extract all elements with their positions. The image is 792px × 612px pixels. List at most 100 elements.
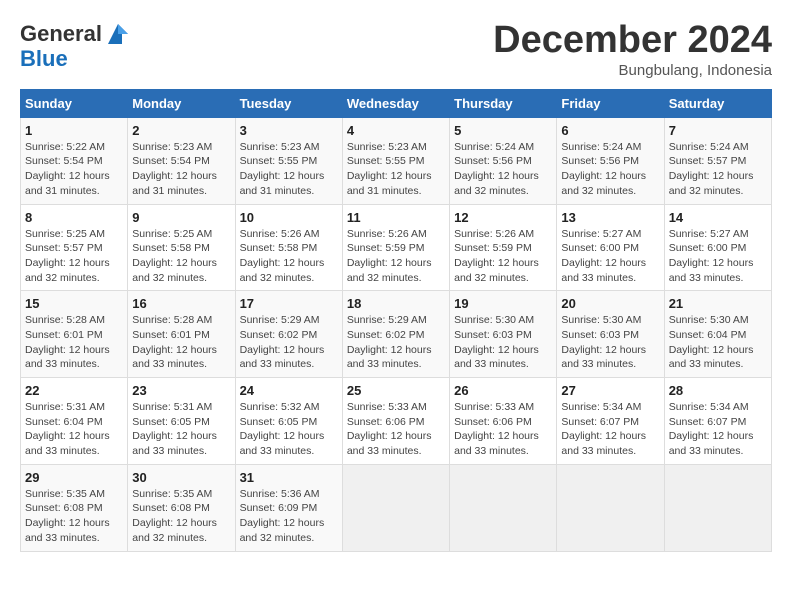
day-number: 7 xyxy=(669,123,767,138)
day-info: Sunrise: 5:34 AMSunset: 6:07 PMDaylight:… xyxy=(669,400,767,459)
calendar-day-cell: 16 Sunrise: 5:28 AMSunset: 6:01 PMDaylig… xyxy=(128,291,235,378)
day-number: 11 xyxy=(347,210,445,225)
calendar-week-row: 15 Sunrise: 5:28 AMSunset: 6:01 PMDaylig… xyxy=(21,291,772,378)
weekday-header-friday: Friday xyxy=(557,89,664,117)
calendar-day-cell: 23 Sunrise: 5:31 AMSunset: 6:05 PMDaylig… xyxy=(128,378,235,465)
day-number: 25 xyxy=(347,383,445,398)
calendar-day-cell: 27 Sunrise: 5:34 AMSunset: 6:07 PMDaylig… xyxy=(557,378,664,465)
day-number: 15 xyxy=(25,296,123,311)
calendar-day-cell: 2 Sunrise: 5:23 AMSunset: 5:54 PMDayligh… xyxy=(128,117,235,204)
day-info: Sunrise: 5:24 AMSunset: 5:57 PMDaylight:… xyxy=(669,140,767,199)
calendar-day-cell: 20 Sunrise: 5:30 AMSunset: 6:03 PMDaylig… xyxy=(557,291,664,378)
day-number: 1 xyxy=(25,123,123,138)
day-number: 8 xyxy=(25,210,123,225)
calendar-day-cell: 11 Sunrise: 5:26 AMSunset: 5:59 PMDaylig… xyxy=(342,204,449,291)
day-info: Sunrise: 5:23 AMSunset: 5:55 PMDaylight:… xyxy=(240,140,338,199)
day-info: Sunrise: 5:27 AMSunset: 6:00 PMDaylight:… xyxy=(669,227,767,286)
calendar-header-row: SundayMondayTuesdayWednesdayThursdayFrid… xyxy=(21,89,772,117)
title-block: December 2024 Bungbulang, Indonesia xyxy=(493,20,772,79)
day-number: 19 xyxy=(454,296,552,311)
calendar-day-cell: 13 Sunrise: 5:27 AMSunset: 6:00 PMDaylig… xyxy=(557,204,664,291)
calendar-day-cell: 7 Sunrise: 5:24 AMSunset: 5:57 PMDayligh… xyxy=(664,117,771,204)
day-info: Sunrise: 5:28 AMSunset: 6:01 PMDaylight:… xyxy=(25,313,123,372)
calendar-day-cell: 24 Sunrise: 5:32 AMSunset: 6:05 PMDaylig… xyxy=(235,378,342,465)
day-number: 18 xyxy=(347,296,445,311)
day-number: 14 xyxy=(669,210,767,225)
day-number: 24 xyxy=(240,383,338,398)
calendar-day-cell: 10 Sunrise: 5:26 AMSunset: 5:58 PMDaylig… xyxy=(235,204,342,291)
calendar-day-cell: 5 Sunrise: 5:24 AMSunset: 5:56 PMDayligh… xyxy=(450,117,557,204)
calendar-day-cell xyxy=(342,464,449,551)
day-number: 26 xyxy=(454,383,552,398)
day-number: 28 xyxy=(669,383,767,398)
day-info: Sunrise: 5:25 AMSunset: 5:57 PMDaylight:… xyxy=(25,227,123,286)
day-number: 20 xyxy=(561,296,659,311)
calendar-day-cell: 18 Sunrise: 5:29 AMSunset: 6:02 PMDaylig… xyxy=(342,291,449,378)
day-number: 3 xyxy=(240,123,338,138)
day-number: 10 xyxy=(240,210,338,225)
day-info: Sunrise: 5:24 AMSunset: 5:56 PMDaylight:… xyxy=(561,140,659,199)
day-number: 2 xyxy=(132,123,230,138)
calendar-day-cell: 25 Sunrise: 5:33 AMSunset: 6:06 PMDaylig… xyxy=(342,378,449,465)
day-number: 31 xyxy=(240,470,338,485)
calendar-day-cell: 14 Sunrise: 5:27 AMSunset: 6:00 PMDaylig… xyxy=(664,204,771,291)
calendar-day-cell xyxy=(557,464,664,551)
day-info: Sunrise: 5:27 AMSunset: 6:00 PMDaylight:… xyxy=(561,227,659,286)
day-number: 5 xyxy=(454,123,552,138)
calendar-day-cell: 30 Sunrise: 5:35 AMSunset: 6:08 PMDaylig… xyxy=(128,464,235,551)
calendar-day-cell: 1 Sunrise: 5:22 AMSunset: 5:54 PMDayligh… xyxy=(21,117,128,204)
calendar-day-cell: 29 Sunrise: 5:35 AMSunset: 6:08 PMDaylig… xyxy=(21,464,128,551)
day-number: 13 xyxy=(561,210,659,225)
day-info: Sunrise: 5:28 AMSunset: 6:01 PMDaylight:… xyxy=(132,313,230,372)
day-number: 16 xyxy=(132,296,230,311)
day-number: 12 xyxy=(454,210,552,225)
calendar-day-cell: 4 Sunrise: 5:23 AMSunset: 5:55 PMDayligh… xyxy=(342,117,449,204)
day-info: Sunrise: 5:34 AMSunset: 6:07 PMDaylight:… xyxy=(561,400,659,459)
calendar-day-cell: 22 Sunrise: 5:31 AMSunset: 6:04 PMDaylig… xyxy=(21,378,128,465)
day-number: 21 xyxy=(669,296,767,311)
calendar-day-cell xyxy=(664,464,771,551)
day-number: 4 xyxy=(347,123,445,138)
day-info: Sunrise: 5:29 AMSunset: 6:02 PMDaylight:… xyxy=(347,313,445,372)
calendar-week-row: 22 Sunrise: 5:31 AMSunset: 6:04 PMDaylig… xyxy=(21,378,772,465)
location: Bungbulang, Indonesia xyxy=(493,62,772,79)
weekday-header-wednesday: Wednesday xyxy=(342,89,449,117)
calendar-day-cell: 3 Sunrise: 5:23 AMSunset: 5:55 PMDayligh… xyxy=(235,117,342,204)
day-info: Sunrise: 5:30 AMSunset: 6:03 PMDaylight:… xyxy=(454,313,552,372)
day-info: Sunrise: 5:33 AMSunset: 6:06 PMDaylight:… xyxy=(454,400,552,459)
day-info: Sunrise: 5:30 AMSunset: 6:03 PMDaylight:… xyxy=(561,313,659,372)
day-number: 22 xyxy=(25,383,123,398)
weekday-header-sunday: Sunday xyxy=(21,89,128,117)
calendar-week-row: 1 Sunrise: 5:22 AMSunset: 5:54 PMDayligh… xyxy=(21,117,772,204)
day-info: Sunrise: 5:35 AMSunset: 6:08 PMDaylight:… xyxy=(132,487,230,546)
calendar-day-cell: 8 Sunrise: 5:25 AMSunset: 5:57 PMDayligh… xyxy=(21,204,128,291)
day-info: Sunrise: 5:26 AMSunset: 5:58 PMDaylight:… xyxy=(240,227,338,286)
day-info: Sunrise: 5:24 AMSunset: 5:56 PMDaylight:… xyxy=(454,140,552,199)
day-info: Sunrise: 5:22 AMSunset: 5:54 PMDaylight:… xyxy=(25,140,123,199)
calendar-day-cell: 19 Sunrise: 5:30 AMSunset: 6:03 PMDaylig… xyxy=(450,291,557,378)
day-info: Sunrise: 5:26 AMSunset: 5:59 PMDaylight:… xyxy=(347,227,445,286)
day-info: Sunrise: 5:32 AMSunset: 6:05 PMDaylight:… xyxy=(240,400,338,459)
day-number: 23 xyxy=(132,383,230,398)
day-info: Sunrise: 5:26 AMSunset: 5:59 PMDaylight:… xyxy=(454,227,552,286)
weekday-header-saturday: Saturday xyxy=(664,89,771,117)
logo: General Blue xyxy=(20,20,132,71)
calendar-day-cell xyxy=(450,464,557,551)
day-number: 29 xyxy=(25,470,123,485)
page-header: General Blue December 2024 Bungbulang, I… xyxy=(20,20,772,79)
weekday-header-thursday: Thursday xyxy=(450,89,557,117)
day-info: Sunrise: 5:25 AMSunset: 5:58 PMDaylight:… xyxy=(132,227,230,286)
day-info: Sunrise: 5:35 AMSunset: 6:08 PMDaylight:… xyxy=(25,487,123,546)
day-info: Sunrise: 5:23 AMSunset: 5:55 PMDaylight:… xyxy=(347,140,445,199)
day-info: Sunrise: 5:30 AMSunset: 6:04 PMDaylight:… xyxy=(669,313,767,372)
calendar-week-row: 29 Sunrise: 5:35 AMSunset: 6:08 PMDaylig… xyxy=(21,464,772,551)
calendar-day-cell: 31 Sunrise: 5:36 AMSunset: 6:09 PMDaylig… xyxy=(235,464,342,551)
logo-general-text: General xyxy=(20,23,102,45)
calendar-day-cell: 9 Sunrise: 5:25 AMSunset: 5:58 PMDayligh… xyxy=(128,204,235,291)
day-info: Sunrise: 5:33 AMSunset: 6:06 PMDaylight:… xyxy=(347,400,445,459)
calendar-day-cell: 26 Sunrise: 5:33 AMSunset: 6:06 PMDaylig… xyxy=(450,378,557,465)
day-number: 30 xyxy=(132,470,230,485)
day-info: Sunrise: 5:31 AMSunset: 6:04 PMDaylight:… xyxy=(25,400,123,459)
logo-icon xyxy=(104,20,132,48)
month-title: December 2024 xyxy=(493,20,772,62)
